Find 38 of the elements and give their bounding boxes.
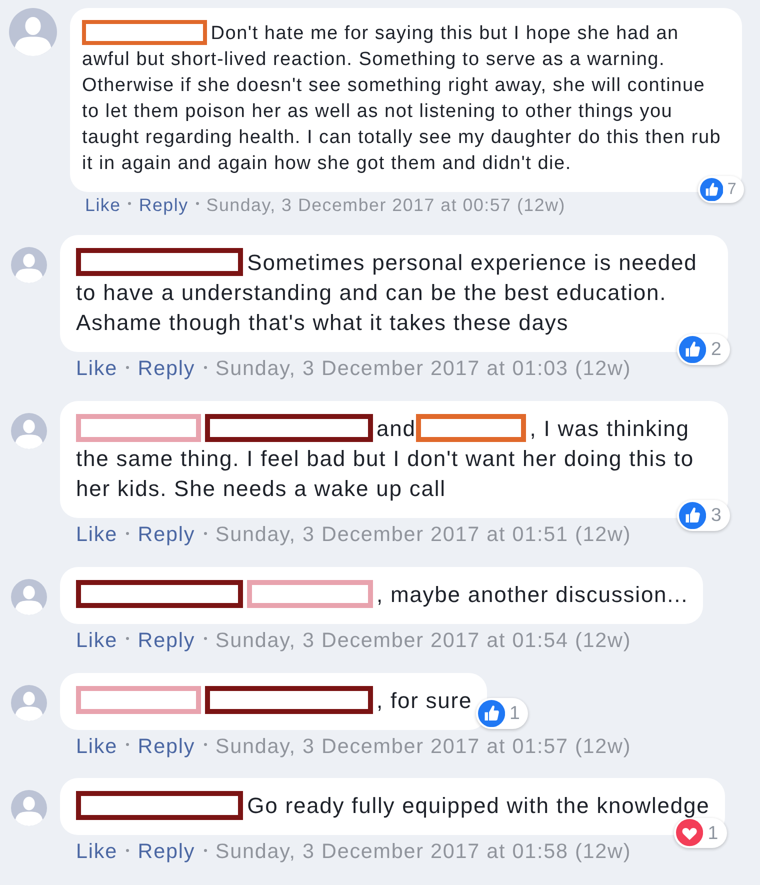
avatar-icon[interactable]: [11, 246, 47, 283]
avatar-icon[interactable]: [9, 8, 57, 56]
like-link[interactable]: Like: [76, 840, 118, 864]
reply-link[interactable]: Reply: [138, 628, 196, 652]
avatar-icon[interactable]: [11, 684, 47, 720]
comment-text: Don't hate me for saying this but I hope she had an awful but short-lived reaction. Something to serve as a warning. Otherwise if she doesn't see something right away, she will continue to let them poison her as well as not listening to other things you taught regarding health. I can totally see my daughter do this then rub it in again and again how she got them and didn't die.: [82, 20, 725, 177]
like-link[interactable]: Like: [85, 194, 121, 215]
avatar-icon[interactable]: [11, 412, 47, 449]
reaction-count-button[interactable]: 7: [698, 176, 744, 203]
like-link[interactable]: Like: [76, 522, 118, 546]
thumbs-up-icon: [679, 336, 706, 364]
reaction-count-button[interactable]: 1: [674, 818, 727, 848]
timestamp-link[interactable]: Sunday, 3 December 2017 at 01:03 (12w): [215, 356, 632, 380]
thumbs-up-icon: [700, 178, 724, 202]
comment-text: , for sure: [76, 686, 472, 716]
timestamp-link[interactable]: Sunday, 3 December 2017 at 01:58 (12w): [215, 840, 632, 864]
comment-text: , maybe another discussion...: [76, 580, 688, 610]
reply-link[interactable]: Reply: [138, 194, 188, 215]
avatar-icon[interactable]: [11, 578, 47, 615]
like-link[interactable]: Like: [76, 628, 118, 652]
reply-link[interactable]: Reply: [138, 734, 196, 758]
like-link[interactable]: Like: [76, 734, 118, 758]
timestamp-link[interactable]: Sunday, 3 December 2017 at 01:51 (12w): [215, 522, 632, 546]
reaction-count-button[interactable]: 2: [677, 334, 730, 365]
reply-link[interactable]: Reply: [138, 522, 196, 546]
timestamp-link[interactable]: Sunday, 3 December 2017 at 01:57 (12w): [215, 734, 632, 758]
reply-link[interactable]: Reply: [138, 356, 196, 380]
timestamp-link[interactable]: Sunday, 3 December 2017 at 00:57 (12w): [206, 194, 566, 215]
like-link[interactable]: Like: [76, 356, 118, 380]
reply-link[interactable]: Reply: [138, 840, 196, 864]
reaction-count-button[interactable]: 3: [677, 500, 730, 531]
thumbs-up-icon: [679, 502, 706, 530]
timestamp-link[interactable]: Sunday, 3 December 2017 at 01:54 (12w): [215, 628, 632, 652]
comment-text: Sometimes personal experience is needed to have a understanding and can be the best education. Ashame though that's what it takes these days: [76, 248, 698, 337]
avatar-icon[interactable]: [11, 790, 47, 826]
comment-text: and , I was thinking the same thing. I feel bad but I don't want her doing this to her kids. She needs a wake up call: [76, 414, 696, 503]
thumbs-up-icon: [478, 700, 505, 727]
reaction-count-button[interactable]: 1: [476, 698, 528, 729]
